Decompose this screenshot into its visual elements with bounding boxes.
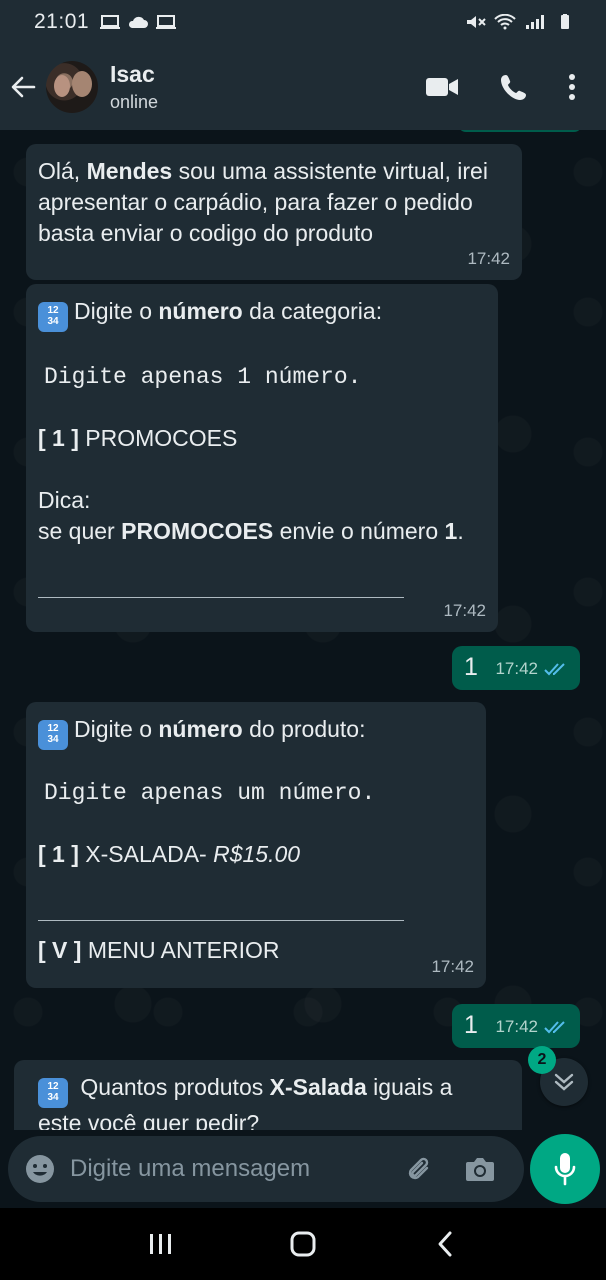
header-actions: [406, 57, 606, 117]
message-text: Olá, Mendes sou uma assistente virtual, …: [38, 158, 488, 246]
message-incoming[interactable]: 12 34 Digite o número da categoria: Digite…: [26, 284, 498, 632]
recent-apps-icon: [150, 1234, 171, 1254]
double-chevron-down-icon: [554, 1073, 574, 1091]
emoji-icon: [26, 1155, 54, 1183]
status-left-icons: [99, 14, 177, 30]
microphone-icon: [554, 1153, 576, 1186]
message-meta: 17:42: [431, 951, 474, 982]
status-right-icons: [464, 14, 576, 30]
previous-message-edge: [458, 130, 582, 132]
keycap-1234-icon: 12 34: [38, 720, 68, 750]
paperclip-icon: [408, 1157, 429, 1180]
message-tip-title: Dica:: [38, 487, 91, 513]
contact-info[interactable]: Isac online: [110, 61, 158, 113]
message-outgoing[interactable]: 1 17:42: [452, 646, 580, 690]
message-time: 17:42: [431, 957, 474, 976]
back-button[interactable]: [0, 44, 46, 130]
double-check-read-icon: [544, 1020, 565, 1033]
back-nav-button[interactable]: [415, 1214, 475, 1274]
message-text: 1: [464, 1011, 478, 1039]
message-mono-line: Digite apenas 1 número.: [44, 364, 362, 390]
video-call-button[interactable]: [406, 57, 478, 117]
message-mono-line: Digite apenas um número.: [44, 780, 376, 806]
keycap-1234-icon: 12 34: [38, 302, 68, 332]
keycap-1234-icon: 12 34: [38, 1078, 68, 1108]
attach-button[interactable]: [390, 1144, 450, 1194]
chat-header: Isac online: [0, 44, 606, 130]
message-meta: 17:42: [495, 1011, 568, 1042]
wifi-icon: [494, 14, 516, 30]
recent-apps-button[interactable]: [131, 1214, 191, 1274]
message-text: 1: [464, 653, 478, 681]
menu-option: [ 1 ] X-SALADA- R$15.00: [38, 841, 301, 867]
laptop-icon: [100, 15, 121, 29]
message-heading: 12 34 Digite o número do produto:: [38, 714, 474, 750]
message-time: 17:42: [443, 601, 486, 620]
message-time: 17:42: [495, 659, 538, 678]
message-text: 12 34 Quantos produtos X-Salada iguais a …: [38, 1074, 453, 1130]
menu-option-back: [ V ] MENU ANTERIOR: [38, 937, 280, 963]
message-heading: 12 34 Digite o número da categoria:: [38, 296, 486, 332]
message-meta: 17:42: [495, 653, 568, 684]
message-divider: [38, 920, 404, 921]
voice-call-button[interactable]: [478, 57, 550, 117]
video-camera-icon: [426, 78, 458, 96]
more-vertical-icon: [569, 74, 575, 100]
signal-icon: [526, 15, 544, 29]
chat-area[interactable]: Olá, Mendes sou uma assistente virtual, …: [0, 130, 606, 1130]
avatar[interactable]: [46, 61, 98, 113]
home-button[interactable]: [273, 1214, 333, 1274]
message-incoming[interactable]: 12 34 Digite o número do produto: Digite a…: [26, 702, 486, 988]
camera-icon: [466, 1158, 494, 1181]
contact-status: online: [110, 92, 159, 112]
message-outgoing[interactable]: 1 17:42: [452, 1004, 580, 1048]
emoji-button[interactable]: [22, 1151, 58, 1187]
message-incoming[interactable]: 12 34 Quantos produtos X-Salada iguais a …: [14, 1060, 522, 1130]
message-time: 17:42: [495, 1017, 538, 1036]
status-time: 21:01: [34, 10, 90, 33]
menu-option: [ 1 ] PROMOCOES: [38, 425, 238, 451]
cloud-icon: [129, 16, 149, 28]
system-navigation-bar: [0, 1208, 606, 1280]
more-options-button[interactable]: [550, 57, 594, 117]
phone-icon: [501, 75, 526, 100]
message-input[interactable]: [70, 1155, 390, 1183]
laptop-icon-2: [156, 15, 177, 29]
home-icon: [290, 1231, 316, 1257]
battery-icon: [561, 14, 569, 29]
status-bar: 21:01: [0, 0, 606, 44]
double-check-read-icon: [544, 662, 565, 675]
message-divider: [38, 597, 404, 598]
arrow-left-icon: [11, 76, 36, 98]
voice-message-button[interactable]: [530, 1134, 600, 1204]
message-meta: 17:42: [467, 243, 510, 274]
message-composer: [8, 1136, 524, 1202]
message-meta: 17:42: [443, 595, 486, 626]
message-incoming[interactable]: Olá, Mendes sou uma assistente virtual, …: [26, 144, 522, 280]
camera-button[interactable]: [450, 1144, 510, 1194]
message-tip: se quer PROMOCOES envie o número 1.: [38, 518, 464, 544]
message-time: 17:42: [467, 249, 510, 268]
chevron-left-icon: [438, 1231, 452, 1257]
mute-icon: [467, 16, 486, 28]
contact-name: Isac: [110, 61, 155, 87]
unread-badge: 2: [528, 1046, 556, 1074]
